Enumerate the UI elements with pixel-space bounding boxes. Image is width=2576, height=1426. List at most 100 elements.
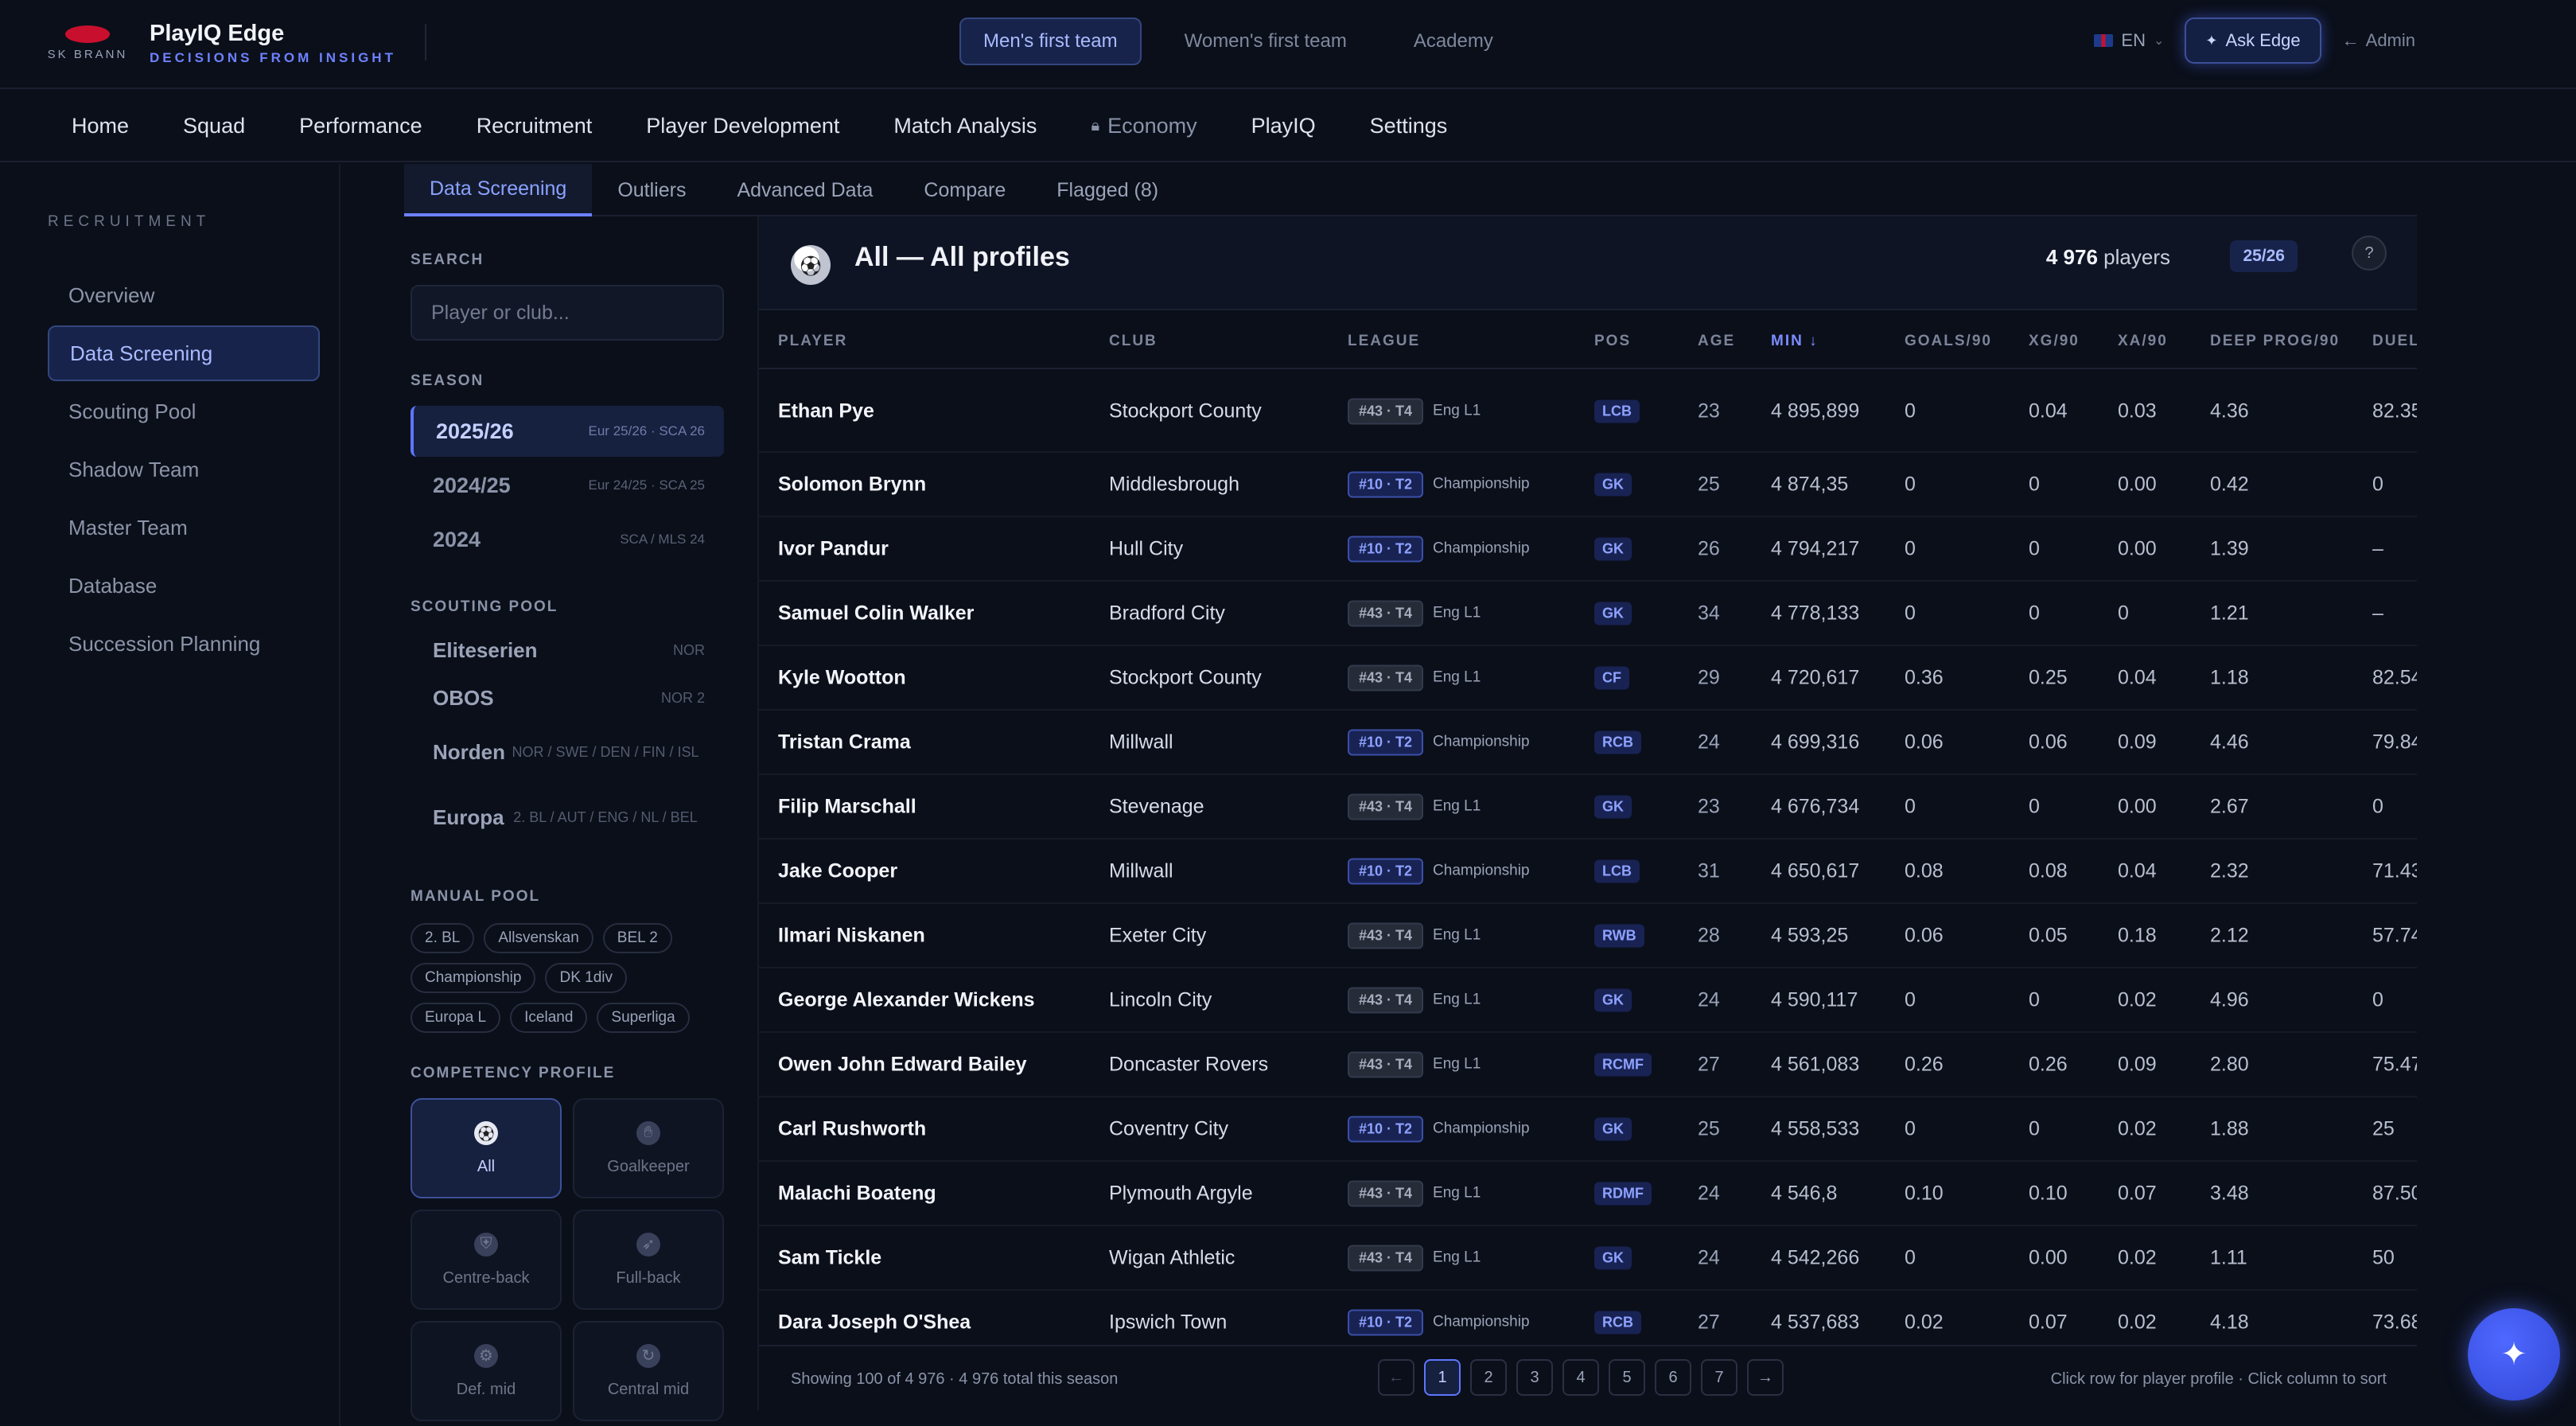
- table-row[interactable]: Owen John Edward Bailey Doncaster Rovers 2…: [759, 1033, 2417, 1097]
- team-academy[interactable]: Academy: [1390, 18, 1517, 65]
- nav-match-analysis[interactable]: Match Analysis: [893, 114, 1037, 138]
- tab-data-screening[interactable]: Data Screening: [404, 164, 593, 216]
- page-button[interactable]: 6: [1655, 1359, 1691, 1396]
- nav-playiq[interactable]: PlayIQ: [1251, 114, 1316, 138]
- sidebar-item-database[interactable]: Database: [48, 558, 320, 614]
- competency-all[interactable]: ⚽︎ All: [411, 1098, 562, 1198]
- row-age: 24: [1698, 988, 1720, 1011]
- help-button[interactable]: ?: [2352, 236, 2387, 271]
- row-club: Plymouth Argyle: [1109, 1182, 1253, 1204]
- col-club[interactable]: CLUB: [1109, 333, 1158, 350]
- tag-2-bl[interactable]: 2. BL: [411, 923, 475, 953]
- brand[interactable]: SK BRANN PlayIQ Edge DECISIONS FROM INSI…: [46, 21, 396, 66]
- arrow-left-icon: ←: [2341, 30, 2360, 50]
- competency-def-mid[interactable]: ⚙︎ Def. mid: [411, 1321, 562, 1421]
- table-row[interactable]: Kyle Wootton Stockport County 29 4 720,617 0…: [759, 646, 2417, 711]
- table-row[interactable]: Ilmari Niskanen Exeter City 28 4 593,25 0.06…: [759, 904, 2417, 968]
- position-badge: GK: [1594, 988, 1632, 1011]
- table-row[interactable]: Ivor Pandur Hull City 26 4 794,217 0 0 0.00 1.3…: [759, 517, 2417, 582]
- nav-performance[interactable]: Performance: [299, 114, 422, 138]
- next-page-button[interactable]: →: [1747, 1359, 1784, 1396]
- search-input[interactable]: [411, 285, 724, 341]
- season-option-2024[interactable]: 2024 SCA / MLS 24: [411, 514, 724, 565]
- season-option-2025-26[interactable]: 2025/26 Eur 25/26 · SCA 26: [411, 406, 724, 457]
- col-min[interactable]: MIN ↓: [1771, 333, 1819, 350]
- ask-edge-fab[interactable]: ✦: [2468, 1308, 2560, 1401]
- tab-advanced-data[interactable]: Advanced Data: [711, 164, 898, 216]
- tag-superliga[interactable]: Superliga: [597, 1003, 690, 1033]
- nav-home[interactable]: Home: [72, 114, 129, 138]
- page-button[interactable]: 3: [1516, 1359, 1553, 1396]
- table-row[interactable]: Solomon Brynn Middlesbrough 25 4 874,35 0 0 0.…: [759, 453, 2417, 517]
- sidebar-item-scouting-pool[interactable]: Scouting Pool: [48, 384, 320, 439]
- sidebar-item-shadow-team[interactable]: Shadow Team: [48, 442, 320, 497]
- league-rank-badge: #10 · T2: [1348, 471, 1424, 497]
- col-pos[interactable]: POS: [1594, 333, 1631, 350]
- table-row[interactable]: Samuel Colin Walker Bradford City 34 4 778,…: [759, 582, 2417, 646]
- col-xg-90[interactable]: XG/90: [2029, 333, 2080, 350]
- nav-squad[interactable]: Squad: [183, 114, 245, 138]
- page-button[interactable]: 5: [1609, 1359, 1645, 1396]
- col-xa-90[interactable]: XA/90: [2118, 333, 2168, 350]
- nav-player-development[interactable]: Player Development: [646, 114, 839, 138]
- page-button[interactable]: 4: [1562, 1359, 1599, 1396]
- team-womens-first-team[interactable]: Women's first team: [1161, 18, 1371, 65]
- sidebar-item-overview[interactable]: Overview: [48, 267, 320, 323]
- ask-edge-button[interactable]: ✦ Ask Edge: [2185, 18, 2321, 64]
- col-age[interactable]: AGE: [1698, 333, 1735, 350]
- col-deep-prog-90[interactable]: DEEP PROG/90: [2210, 333, 2340, 350]
- page-button[interactable]: 2: [1470, 1359, 1507, 1396]
- team-mens-first-team[interactable]: Men's first team: [959, 18, 1142, 65]
- tab-flagged[interactable]: Flagged (8): [1031, 164, 1184, 216]
- sidebar-item-master-team[interactable]: Master Team: [48, 500, 320, 555]
- table-row[interactable]: Filip Marschall Stevenage 23 4 676,734 0 0 0.0…: [759, 775, 2417, 840]
- page-button[interactable]: 1: [1424, 1359, 1461, 1396]
- table-row[interactable]: Sam Tickle Wigan Athletic 24 4 542,266 0 0.00…: [759, 1226, 2417, 1291]
- col-goals-90[interactable]: GOALS/90: [1905, 333, 1992, 350]
- tag-allsvenskan[interactable]: Allsvenskan: [484, 923, 593, 953]
- col-duel[interactable]: DUEL: [2372, 333, 2417, 350]
- season-option-2024-25[interactable]: 2024/25 Eur 24/25 · SCA 25: [411, 460, 724, 511]
- table-row[interactable]: George Alexander Wickens Lincoln City 24 4 …: [759, 968, 2417, 1033]
- tag-iceland[interactable]: Iceland: [510, 1003, 588, 1033]
- row-xa-90: 0.02: [2118, 1311, 2157, 1333]
- table-row[interactable]: Jake Cooper Millwall 31 4 650,617 0.08 0.08 0.…: [759, 840, 2417, 904]
- col-player[interactable]: PLAYER: [778, 333, 847, 350]
- pool-eliteserien[interactable]: Eliteserien NOR: [411, 630, 724, 670]
- competency-label: Full-back: [616, 1268, 681, 1287]
- table-row[interactable]: Malachi Boateng Plymouth Argyle 24 4 546,8 0…: [759, 1162, 2417, 1226]
- tag-bel-2[interactable]: BEL 2: [602, 923, 672, 953]
- league-name: Championship: [1433, 1313, 1530, 1331]
- competency-centre-back[interactable]: ⛨ Centre-back: [411, 1210, 562, 1310]
- col-league[interactable]: LEAGUE: [1348, 333, 1420, 350]
- competency-goalkeeper[interactable]: ✋︎ Goalkeeper: [573, 1098, 724, 1198]
- tag-championship[interactable]: Championship: [411, 963, 536, 993]
- table-row[interactable]: Tristan Crama Millwall 24 4 699,316 0.06 0.06…: [759, 711, 2417, 775]
- row-duel: 57.74: [2372, 924, 2417, 946]
- tag-europa-l[interactable]: Europa L: [411, 1003, 501, 1033]
- prev-page-button[interactable]: ←: [1378, 1359, 1414, 1396]
- language-selector[interactable]: EN ⌄: [2094, 30, 2164, 51]
- row-player: Filip Marschall: [778, 795, 916, 817]
- sidebar-item-succession-planning[interactable]: Succession Planning: [48, 616, 320, 672]
- competency-central-mid[interactable]: ↻ Central mid: [573, 1321, 724, 1421]
- position-badge: CF: [1594, 666, 1629, 689]
- nav-economy[interactable]: 🔒︎ Economy: [1091, 114, 1197, 138]
- main-nav: Home Squad Performance Recruitment Playe…: [0, 91, 2576, 162]
- tab-outliers[interactable]: Outliers: [592, 164, 711, 216]
- page-button[interactable]: 7: [1701, 1359, 1737, 1396]
- tag-dk-1div[interactable]: DK 1div: [545, 963, 627, 993]
- pool-europa[interactable]: Europa 2. BL / AUT / ENG / NL / BEL: [411, 791, 724, 844]
- admin-link[interactable]: ← Admin: [2342, 30, 2415, 51]
- nav-settings[interactable]: Settings: [1370, 114, 1448, 138]
- nav-recruitment[interactable]: Recruitment: [477, 114, 593, 138]
- tab-compare[interactable]: Compare: [898, 164, 1031, 216]
- pool-norden[interactable]: Norden NOR / SWE / DEN / FIN / ISL: [411, 726, 724, 778]
- position-badge: GK: [1594, 602, 1632, 625]
- table-row[interactable]: Carl Rushworth Coventry City 25 4 558,533 0 0…: [759, 1097, 2417, 1162]
- sidebar-item-data-screening[interactable]: Data Screening: [48, 325, 320, 381]
- competency-full-back[interactable]: ➶ Full-back: [573, 1210, 724, 1310]
- pool-obos[interactable]: OBOS NOR 2: [411, 678, 724, 718]
- table-row[interactable]: Ethan Pye Stockport County 23 4 895,899 0 0.0…: [759, 371, 2417, 453]
- row-club: Millwall: [1109, 731, 1173, 753]
